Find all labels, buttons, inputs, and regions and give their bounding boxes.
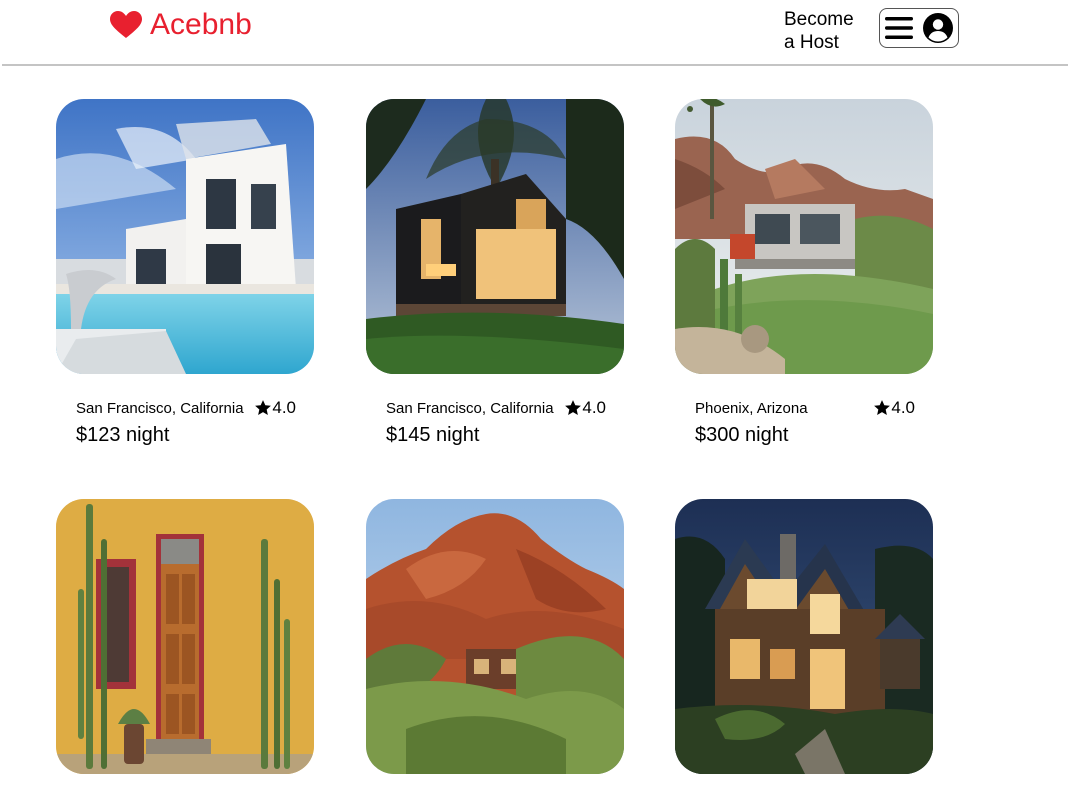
become-host-line2: a Host: [784, 32, 839, 53]
listing-location: San Francisco, California: [386, 399, 554, 417]
listing-details: San Francisco, California 4.0 $145 night: [366, 398, 624, 447]
star-icon: [255, 400, 272, 415]
listing-price: $145 night: [386, 424, 480, 446]
listing-location: San Francisco, California: [76, 399, 244, 417]
listing-card[interactable]: San Francisco, California 4.0 $123 night: [56, 99, 314, 447]
listing-price: $123 night: [76, 424, 170, 446]
listing-card[interactable]: [366, 499, 624, 774]
listing-details: San Francisco, California 4.0 $123 night: [56, 398, 314, 447]
hamburger-menu-icon: [885, 17, 913, 39]
listing-rating: 4.0: [254, 398, 296, 418]
yellow-adobe-door-photo: [56, 499, 314, 774]
user-menu-button[interactable]: [879, 8, 959, 48]
brand-name: Acebnb: [150, 8, 252, 41]
listing-photo[interactable]: [56, 499, 314, 774]
rating-value: 4.0: [891, 398, 915, 417]
listing-price: $300 night: [695, 424, 789, 446]
top-nav-bar: Acebnb Become a Host: [0, 0, 1069, 64]
header-divider: [2, 64, 1068, 66]
listing-details: Phoenix, Arizona 4.0 $300 night: [675, 398, 933, 447]
rating-value: 4.0: [272, 398, 296, 417]
listing-photo[interactable]: [675, 499, 933, 774]
listing-location: Phoenix, Arizona: [695, 399, 808, 417]
a-frame-night-house-photo: [675, 499, 933, 774]
red-rock-cliffs-photo: [366, 499, 624, 774]
listing-card[interactable]: Phoenix, Arizona 4.0 $300 night: [675, 99, 933, 447]
listing-card[interactable]: [675, 499, 933, 774]
star-icon: [565, 400, 582, 415]
villa-pool-photo: [56, 99, 314, 374]
desert-house-photo: [675, 99, 933, 374]
brand-logo[interactable]: Acebnb: [110, 8, 252, 42]
listing-card[interactable]: [56, 499, 314, 774]
become-host-link[interactable]: Become a Host: [784, 8, 874, 54]
user-circle-icon: [923, 13, 953, 43]
dark-modern-house-photo: [366, 99, 624, 374]
listing-photo[interactable]: [56, 99, 314, 374]
listing-photo[interactable]: [366, 499, 624, 774]
listing-photo[interactable]: [675, 99, 933, 374]
heart-icon: [110, 11, 142, 38]
listing-card[interactable]: San Francisco, California 4.0 $145 night: [366, 99, 624, 447]
rating-value: 4.0: [582, 398, 606, 417]
listing-photo[interactable]: [366, 99, 624, 374]
become-host-line1: Become: [784, 9, 854, 30]
listing-rating: 4.0: [873, 398, 915, 418]
listing-rating: 4.0: [564, 398, 606, 418]
star-icon: [874, 400, 891, 415]
